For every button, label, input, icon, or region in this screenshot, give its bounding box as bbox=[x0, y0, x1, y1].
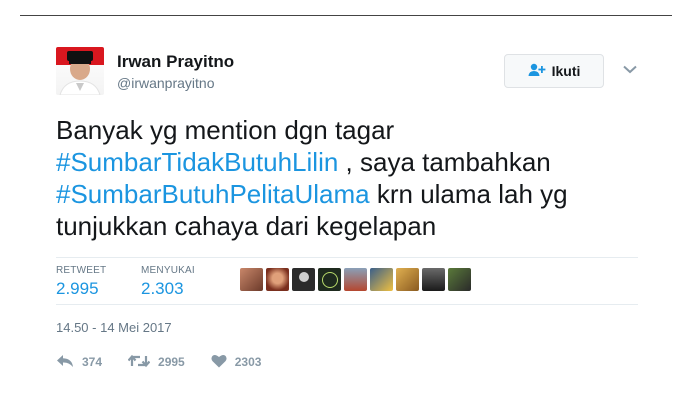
retweet-stat-label: RETWEET bbox=[56, 265, 107, 276]
retweet-stat-count[interactable]: 2.995 bbox=[56, 279, 99, 299]
tweet-text-part: tunjukkan cahaya dari kegelapan bbox=[56, 211, 437, 241]
like-stat-label: MENYUKAI bbox=[141, 265, 195, 276]
liker-avatar[interactable] bbox=[448, 268, 471, 291]
avatar-image bbox=[56, 47, 104, 95]
retweet-count: 2995 bbox=[158, 355, 185, 369]
follow-label: Ikuti bbox=[551, 63, 581, 79]
liker-avatar[interactable] bbox=[292, 268, 315, 291]
author-handle[interactable]: @irwanprayitno bbox=[117, 75, 214, 91]
liker-avatar[interactable] bbox=[422, 268, 445, 291]
liker-avatar[interactable] bbox=[318, 268, 341, 291]
follow-button[interactable]: Ikuti bbox=[504, 54, 604, 88]
like-stat-count[interactable]: 2.303 bbox=[141, 279, 184, 299]
like-count: 2303 bbox=[234, 355, 262, 369]
liker-avatar[interactable] bbox=[396, 268, 419, 291]
avatar[interactable] bbox=[56, 47, 104, 95]
liker-avatar[interactable] bbox=[370, 268, 393, 291]
chevron-down-icon[interactable] bbox=[622, 62, 638, 76]
retweet-icon bbox=[127, 354, 151, 371]
stats-divider-top bbox=[56, 257, 638, 258]
tweet-text: Banyak yg mention dgn tagar #SumbarTidak… bbox=[56, 114, 656, 242]
hashtag-link[interactable]: #SumbarTidakButuhLilin bbox=[56, 147, 338, 177]
tweet-timestamp[interactable]: 14.50 - 14 Mei 2017 bbox=[56, 320, 172, 335]
top-divider bbox=[20, 15, 672, 16]
heart-icon bbox=[211, 354, 227, 371]
liker-avatar[interactable] bbox=[344, 268, 367, 291]
hashtag-link[interactable]: #SumbarButuhPelitaUlama bbox=[56, 179, 370, 209]
add-user-icon bbox=[528, 63, 546, 80]
tweet-text-part: Banyak yg mention dgn tagar bbox=[56, 115, 395, 145]
retweet-button[interactable]: 2995 bbox=[127, 354, 185, 371]
author-name[interactable]: Irwan Prayitno bbox=[117, 52, 234, 72]
stats-divider-bottom bbox=[56, 304, 638, 305]
liker-avatars bbox=[240, 268, 471, 292]
tweet-text-part: , saya tambahkan bbox=[338, 147, 551, 177]
liker-avatar[interactable] bbox=[266, 268, 289, 291]
reply-button[interactable]: 374 bbox=[56, 354, 102, 371]
like-button[interactable]: 2303 bbox=[211, 354, 262, 371]
tweet-text-part: krn ulama lah yg bbox=[369, 179, 568, 209]
reply-count: 374 bbox=[82, 355, 103, 369]
reply-icon bbox=[56, 354, 74, 371]
action-bar: 374 2995 2303 bbox=[56, 352, 287, 372]
liker-avatar[interactable] bbox=[240, 268, 263, 291]
